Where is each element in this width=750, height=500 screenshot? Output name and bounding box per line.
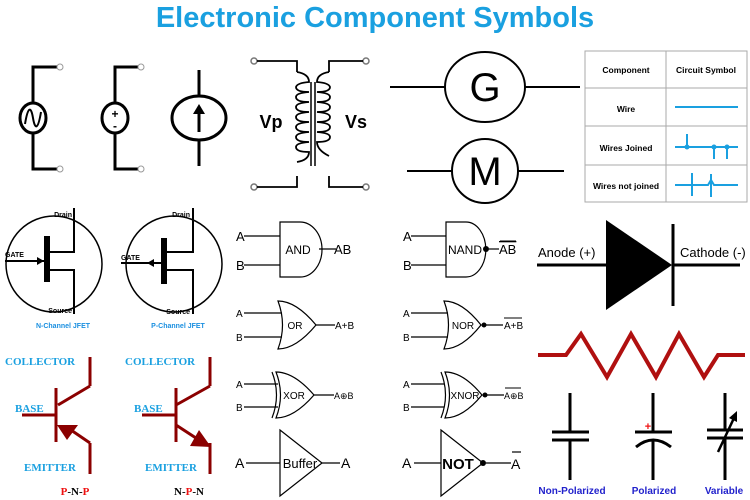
- drain-label: Drain: [54, 212, 72, 219]
- nand-label: NAND: [448, 243, 482, 257]
- or-gate-symbol: A B OR A+B: [236, 300, 355, 350]
- and-label: AND: [285, 243, 311, 257]
- xnor-output: A⊕B: [504, 391, 524, 401]
- sine-wave-icon: [24, 108, 42, 128]
- xor-output: A⊕B: [334, 391, 354, 401]
- not-label: NOT: [442, 456, 474, 473]
- collector-label: COLLECTOR: [5, 356, 76, 368]
- nand-input-b: B: [403, 258, 412, 273]
- primary-voltage-label: Vp: [259, 112, 282, 132]
- current-source-symbol: [170, 70, 228, 166]
- table-cell-wires-not-joined: Wires not joined: [593, 181, 659, 191]
- diode-symbol: Anode (+) Cathode (-): [537, 220, 746, 310]
- collector-label: COLLECTOR: [125, 356, 196, 368]
- pnp-transistor-symbol: COLLECTOR BASE EMITTER P-N-P: [5, 356, 92, 498]
- drain-label: Drain: [172, 212, 190, 219]
- and-input-a: A: [236, 229, 245, 244]
- not-gate-symbol: A NOT A: [402, 428, 521, 498]
- base-label: BASE: [15, 403, 44, 415]
- generator-label: G: [469, 66, 500, 110]
- xor-input-b: B: [236, 403, 243, 414]
- xnor-input-a: A: [403, 380, 410, 391]
- resistor-symbol: [538, 329, 745, 382]
- secondary-voltage-label: Vs: [345, 112, 367, 132]
- not-input-a: A: [402, 455, 412, 471]
- gate-label: GATE: [121, 255, 140, 262]
- and-input-b: B: [236, 258, 245, 273]
- polarized-capacitor-symbol: + Polarized: [632, 393, 676, 497]
- nor-gate-symbol: A B NOR A+B: [403, 300, 524, 350]
- polarized-caption: Polarized: [632, 486, 676, 497]
- not-output: A: [511, 456, 521, 472]
- buffer-input-a: A: [235, 455, 245, 471]
- anode-label: Anode (+): [538, 245, 595, 260]
- p-channel-jfet-symbol: Drain GATE Source P-Channel JFET: [121, 208, 223, 330]
- npn-transistor-symbol: COLLECTOR BASE EMITTER N-P-N: [125, 356, 212, 498]
- nor-label: NOR: [452, 321, 474, 332]
- buffer-label: Buffer: [283, 456, 318, 471]
- emitter-label: EMITTER: [24, 462, 77, 474]
- nand-gate-symbol: A B NAND AB: [403, 221, 516, 278]
- nor-input-b: B: [403, 333, 410, 344]
- dc-voltage-source-symbol: + -: [100, 63, 145, 173]
- nor-input-a: A: [403, 309, 410, 320]
- transformer-symbol: Vp Vs: [250, 57, 370, 191]
- source-label: Source: [48, 308, 72, 315]
- n-channel-jfet-symbol: Drain GATE Source N-Channel JFET: [5, 208, 103, 330]
- motor-symbol: M: [407, 138, 564, 204]
- xnor-input-b: B: [403, 403, 410, 414]
- p-channel-jfet-caption: P-Channel JFET: [151, 323, 205, 330]
- variable-caption: Variable: [705, 486, 744, 497]
- buffer-output: A: [341, 455, 351, 471]
- polarity-plus-sign: +: [645, 421, 651, 433]
- npn-type-label: N-P-N: [174, 486, 204, 498]
- nand-output: AB: [499, 242, 516, 257]
- table-cell-wires-joined: Wires Joined: [600, 143, 653, 153]
- cathode-label: Cathode (-): [680, 245, 746, 260]
- ac-voltage-source-symbol: [18, 63, 64, 173]
- base-label: BASE: [134, 403, 163, 415]
- xor-input-a: A: [236, 380, 243, 391]
- table-cell-wire: Wire: [617, 104, 636, 114]
- xor-gate-symbol: A B XOR A⊕B: [236, 371, 354, 419]
- gate-label: GATE: [5, 252, 24, 259]
- or-label: OR: [288, 321, 303, 332]
- non-polarized-capacitor-symbol: Non-Polarized: [538, 393, 606, 497]
- variable-capacitor-symbol: Variable: [705, 393, 744, 497]
- and-output: AB: [334, 242, 351, 257]
- n-channel-jfet-caption: N-Channel JFET: [36, 323, 91, 330]
- nand-input-a: A: [403, 229, 412, 244]
- table-header-circuit-symbol: Circuit Symbol: [676, 65, 736, 75]
- up-arrow-icon: [193, 104, 205, 132]
- nor-output: A+B: [504, 321, 524, 332]
- or-input-b: B: [236, 333, 243, 344]
- non-polarized-caption: Non-Polarized: [538, 486, 605, 497]
- xnor-label: XNOR: [451, 391, 480, 402]
- buffer-gate-symbol: A Buffer A: [235, 428, 351, 498]
- pnp-type-label: P-N-P: [61, 486, 90, 498]
- generator-symbol: G: [390, 51, 580, 123]
- minus-sign: -: [113, 119, 117, 133]
- xor-label: XOR: [283, 391, 305, 402]
- or-input-a: A: [236, 309, 243, 320]
- source-label: Source: [166, 309, 190, 316]
- table-header-component: Component: [602, 65, 649, 75]
- and-gate-symbol: A B AND AB: [236, 221, 351, 278]
- motor-label: M: [468, 150, 501, 194]
- symbols-canvas: + - Vp Vs G M Component Circuit Symbol W…: [5, 50, 748, 498]
- xnor-gate-symbol: A B XNOR A⊕B: [403, 371, 524, 419]
- or-output: A+B: [335, 321, 355, 332]
- emitter-label: EMITTER: [145, 462, 198, 474]
- wire-symbol-table: Component Circuit Symbol Wire Wires Join…: [584, 50, 748, 203]
